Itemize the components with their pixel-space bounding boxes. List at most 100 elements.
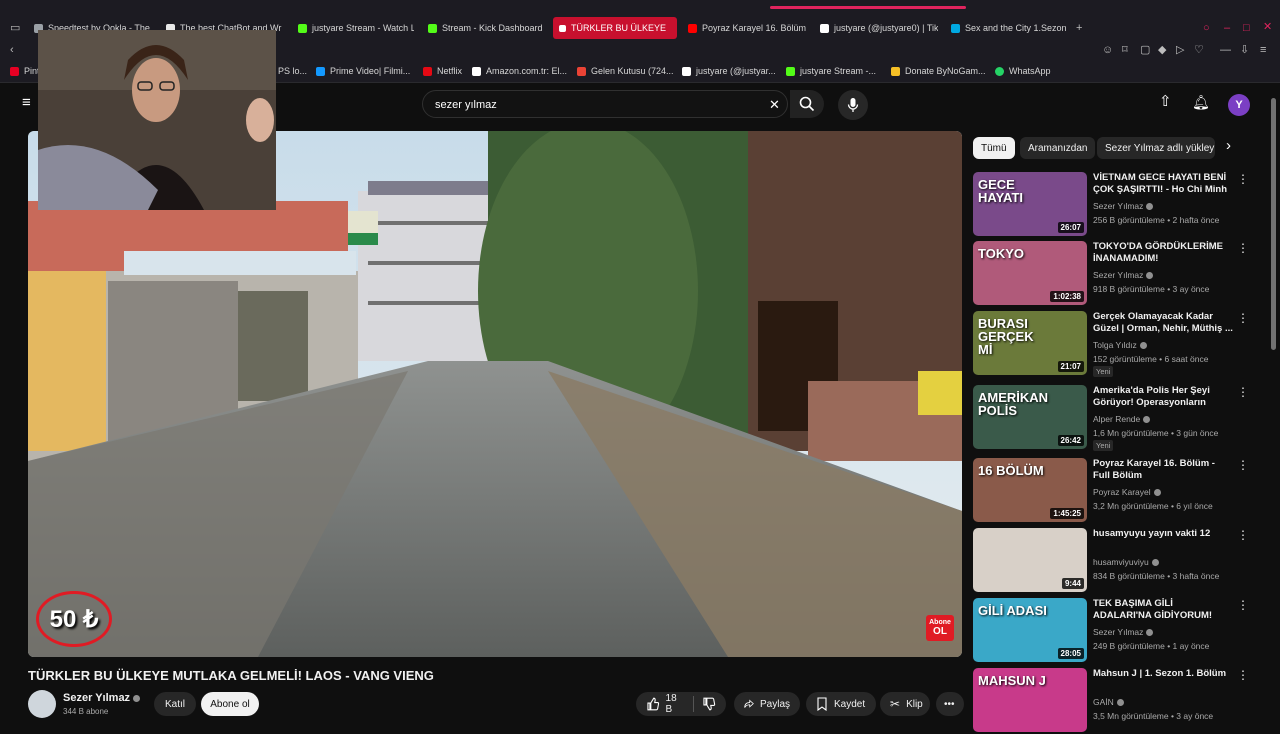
related-video-title[interactable]: VİETNAM GECE HAYATI BENİ ÇOK ŞAŞIRTTI! -… bbox=[1093, 172, 1233, 196]
extension-icon[interactable]: ☺ bbox=[1102, 44, 1113, 56]
voice-search-button[interactable] bbox=[838, 90, 868, 120]
video-thumbnail[interactable]: 9:44 bbox=[973, 528, 1087, 592]
bookmark-item[interactable]: justyare (@justyar... bbox=[682, 66, 776, 76]
related-video-item[interactable]: GİLİ ADASI 28:05 TEK BAŞIMA GİLİ ADALARI'N… bbox=[973, 598, 1263, 664]
channel-name[interactable]: Sezer Yılmaz bbox=[63, 692, 141, 704]
upload-icon[interactable]: ⇧ bbox=[1159, 94, 1172, 109]
related-channel-name[interactable]: husamviyuviyu bbox=[1093, 557, 1159, 567]
chip-uploader[interactable]: Sezer Yılmaz adlı yükley bbox=[1097, 137, 1215, 159]
related-channel-name[interactable]: Sezer Yılmaz bbox=[1093, 270, 1154, 280]
related-video-item[interactable]: 16 BÖLÜM 1:45:25 Poyraz Karayel 16. Bölüm … bbox=[973, 458, 1263, 524]
close-icon[interactable]: ✕ bbox=[1263, 21, 1272, 33]
shield-icon[interactable]: ◆ bbox=[1158, 44, 1166, 56]
search-input[interactable] bbox=[433, 95, 757, 115]
related-video-title[interactable]: Amerika'da Polis Her Şeyi Görüyor! Opera… bbox=[1093, 385, 1233, 409]
webcam-overlay bbox=[38, 30, 276, 210]
related-video-meta: 3,2 Mn görüntüleme • 6 yıl önce bbox=[1093, 501, 1213, 511]
search-tabs-icon[interactable]: ○ bbox=[1203, 22, 1210, 34]
bookmark-item[interactable]: WhatsApp bbox=[995, 66, 1051, 76]
related-video-item[interactable]: GECE HAYATI 26:07 VİETNAM GECE HAYATI BENİ… bbox=[973, 172, 1263, 238]
browser-tab[interactable]: justyare Stream - Watch L bbox=[298, 17, 414, 39]
related-channel-name[interactable]: Sezer Yılmaz bbox=[1093, 627, 1154, 637]
related-channel-name[interactable]: Tolga Yıldız bbox=[1093, 340, 1147, 350]
video-thumbnail[interactable]: TOKYO 1:02:38 bbox=[973, 241, 1087, 305]
hamburger-menu-icon[interactable]: ≡ bbox=[22, 95, 31, 110]
back-icon[interactable]: ‹ bbox=[10, 44, 14, 56]
related-channel-name[interactable]: Poyraz Karayel bbox=[1093, 487, 1161, 497]
play-icon[interactable]: ▷ bbox=[1176, 44, 1184, 56]
more-options-icon[interactable]: ⋮ bbox=[1237, 386, 1249, 398]
join-button[interactable]: Katıl bbox=[154, 692, 196, 716]
chevron-right-icon[interactable]: › bbox=[1226, 138, 1231, 153]
search-button[interactable] bbox=[790, 90, 824, 118]
clip-button[interactable]: ✂︎ Klip bbox=[880, 692, 930, 716]
related-video-item[interactable]: MAHSUN J Mahsun J | 1. Sezon 1. Bölüm GAİN… bbox=[973, 668, 1263, 734]
save-button[interactable]: Kaydet bbox=[806, 692, 876, 716]
minus-icon[interactable]: — bbox=[1220, 44, 1231, 56]
thumbs-down-icon[interactable] bbox=[702, 697, 716, 711]
like-button[interactable]: 18 B bbox=[646, 693, 685, 715]
account-avatar[interactable]: Y bbox=[1228, 94, 1250, 116]
related-channel-name[interactable]: Alper Rende bbox=[1093, 414, 1151, 424]
window-menu-icon[interactable]: ▭ bbox=[10, 22, 20, 34]
related-video-item[interactable]: 9:44 husamyuyu yayın vakti 12 husamviyuviy… bbox=[973, 528, 1263, 594]
menu-icon[interactable]: ≡ bbox=[1260, 44, 1266, 56]
chip-all[interactable]: Tümü bbox=[973, 137, 1015, 159]
browser-tab[interactable]: Stream - Kick Dashboard bbox=[428, 17, 544, 39]
minimize-icon[interactable]: – bbox=[1224, 22, 1230, 34]
related-video-title[interactable]: Mahsun J | 1. Sezon 1. Bölüm bbox=[1093, 668, 1233, 680]
video-thumbnail[interactable]: AMERİKAN POLİS 26:42 bbox=[973, 385, 1087, 449]
more-options-icon[interactable]: ⋮ bbox=[1237, 312, 1249, 324]
related-channel-name[interactable]: GAİN bbox=[1093, 697, 1124, 707]
heart-icon[interactable]: ♡ bbox=[1194, 44, 1204, 56]
bookmark-icon[interactable]: ⌑ bbox=[1122, 44, 1128, 56]
clear-search-icon[interactable]: ✕ bbox=[769, 97, 780, 113]
more-options-icon[interactable]: ⋮ bbox=[1237, 459, 1249, 471]
video-thumbnail[interactable]: GİLİ ADASI 28:05 bbox=[973, 598, 1087, 662]
share-button[interactable]: Paylaş bbox=[734, 692, 800, 716]
bookmark-item[interactable]: Donate ByNoGam... bbox=[891, 66, 986, 76]
related-video-item[interactable]: AMERİKAN POLİS 26:42 Amerika'da Polis Her … bbox=[973, 385, 1263, 451]
related-video-item[interactable]: TOKYO 1:02:38 TOKYO'DA GÖRDÜKLERİME İNANAM… bbox=[973, 241, 1263, 307]
chip-from-search[interactable]: Aramanızdan bbox=[1020, 137, 1096, 159]
channel-avatar[interactable] bbox=[28, 690, 56, 718]
notifications-bell-icon[interactable]: 🔔︎ bbox=[1192, 95, 1210, 109]
bookmark-item[interactable]: PS lo... bbox=[278, 66, 307, 76]
more-options-icon[interactable]: ⋮ bbox=[1237, 669, 1249, 681]
new-tab-icon[interactable]: + bbox=[1076, 22, 1082, 34]
maximize-icon[interactable]: □ bbox=[1243, 22, 1250, 34]
snapshot-icon[interactable]: ▢ bbox=[1140, 44, 1150, 56]
subscribe-watermark[interactable]: Abone OL bbox=[926, 615, 954, 641]
more-actions-button[interactable]: ••• bbox=[936, 692, 964, 716]
browser-tab[interactable]: Poyraz Karayel 16. Bölüm bbox=[688, 17, 806, 39]
bookmark-item[interactable]: Gelen Kutusu (724... bbox=[577, 66, 674, 76]
video-thumbnail[interactable]: 16 BÖLÜM 1:45:25 bbox=[973, 458, 1087, 522]
related-video-title[interactable]: husamyuyu yayın vakti 12 bbox=[1093, 528, 1233, 540]
browser-tab[interactable]: justyare (@justyare0) | Tik bbox=[820, 17, 938, 39]
bookmark-item[interactable]: Prime Video| Filmi... bbox=[316, 66, 410, 76]
related-video-item[interactable]: BURASI GERÇEK Mİ 21:07 Gerçek Olamayacak K… bbox=[973, 311, 1263, 377]
more-options-icon[interactable]: ⋮ bbox=[1237, 599, 1249, 611]
subscribe-button[interactable]: Abone ol bbox=[201, 692, 259, 716]
bookmark-item[interactable]: Pint bbox=[10, 66, 40, 76]
browser-tab[interactable]: Sex and the City 1.Sezon bbox=[951, 17, 1067, 39]
bookmark-item[interactable]: Amazon.com.tr: El... bbox=[472, 66, 567, 76]
loading-indicator bbox=[770, 6, 966, 9]
more-options-icon[interactable]: ⋮ bbox=[1237, 173, 1249, 185]
bookmark-item[interactable]: Netflix bbox=[423, 66, 462, 76]
channel-name-text: Sezer Yılmaz bbox=[63, 692, 131, 704]
browser-tab-active[interactable]: TÜRKLER BU ÜLKEYE bbox=[553, 17, 677, 39]
related-channel-name[interactable]: Sezer Yılmaz bbox=[1093, 201, 1154, 211]
related-video-title[interactable]: Poyraz Karayel 16. Bölüm - Full Bölüm bbox=[1093, 458, 1233, 482]
more-options-icon[interactable]: ⋮ bbox=[1237, 529, 1249, 541]
related-video-title[interactable]: TOKYO'DA GÖRDÜKLERİME İNANAMADIM! bbox=[1093, 241, 1233, 265]
video-thumbnail[interactable]: BURASI GERÇEK Mİ 21:07 bbox=[973, 311, 1087, 375]
more-options-icon[interactable]: ⋮ bbox=[1237, 242, 1249, 254]
related-video-title[interactable]: Gerçek Olamayacak Kadar Güzel | Orman, N… bbox=[1093, 311, 1233, 335]
related-video-title[interactable]: TEK BAŞIMA GİLİ ADALARI'NA GİDİYORUM! bbox=[1093, 598, 1233, 622]
download-icon[interactable]: ⇩ bbox=[1240, 44, 1249, 56]
video-thumbnail[interactable]: GECE HAYATI 26:07 bbox=[973, 172, 1087, 236]
video-thumbnail[interactable]: MAHSUN J bbox=[973, 668, 1087, 732]
scrollbar[interactable] bbox=[1271, 98, 1276, 350]
bookmark-item[interactable]: justyare Stream -... bbox=[786, 66, 876, 76]
